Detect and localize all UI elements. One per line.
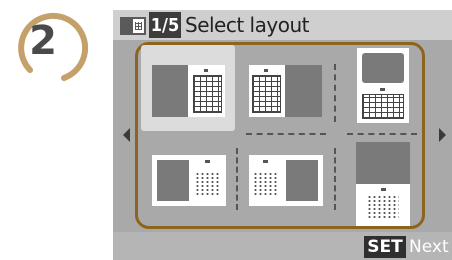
set-button[interactable]: SET bbox=[364, 236, 406, 258]
layout-icon bbox=[120, 17, 146, 35]
button-bar: SET Next bbox=[113, 232, 452, 260]
separator bbox=[334, 148, 336, 210]
separator bbox=[334, 64, 336, 122]
step-badge: 2 bbox=[0, 0, 92, 90]
separator bbox=[347, 133, 417, 135]
screen-title: Select layout bbox=[185, 13, 309, 37]
page-counter: 1/5 bbox=[149, 12, 181, 38]
layout-selector bbox=[113, 40, 452, 232]
separator bbox=[236, 148, 238, 210]
title-bar: 1/5 Select layout bbox=[113, 10, 452, 40]
camera-screen: 1/5 Select layout SET Next bbox=[113, 10, 452, 260]
scroll-right-arrow-icon[interactable] bbox=[439, 128, 446, 142]
separator bbox=[246, 133, 326, 135]
step-number: 2 bbox=[29, 18, 57, 64]
next-label: Next bbox=[409, 237, 449, 257]
scroll-left-arrow-icon[interactable] bbox=[123, 128, 130, 142]
